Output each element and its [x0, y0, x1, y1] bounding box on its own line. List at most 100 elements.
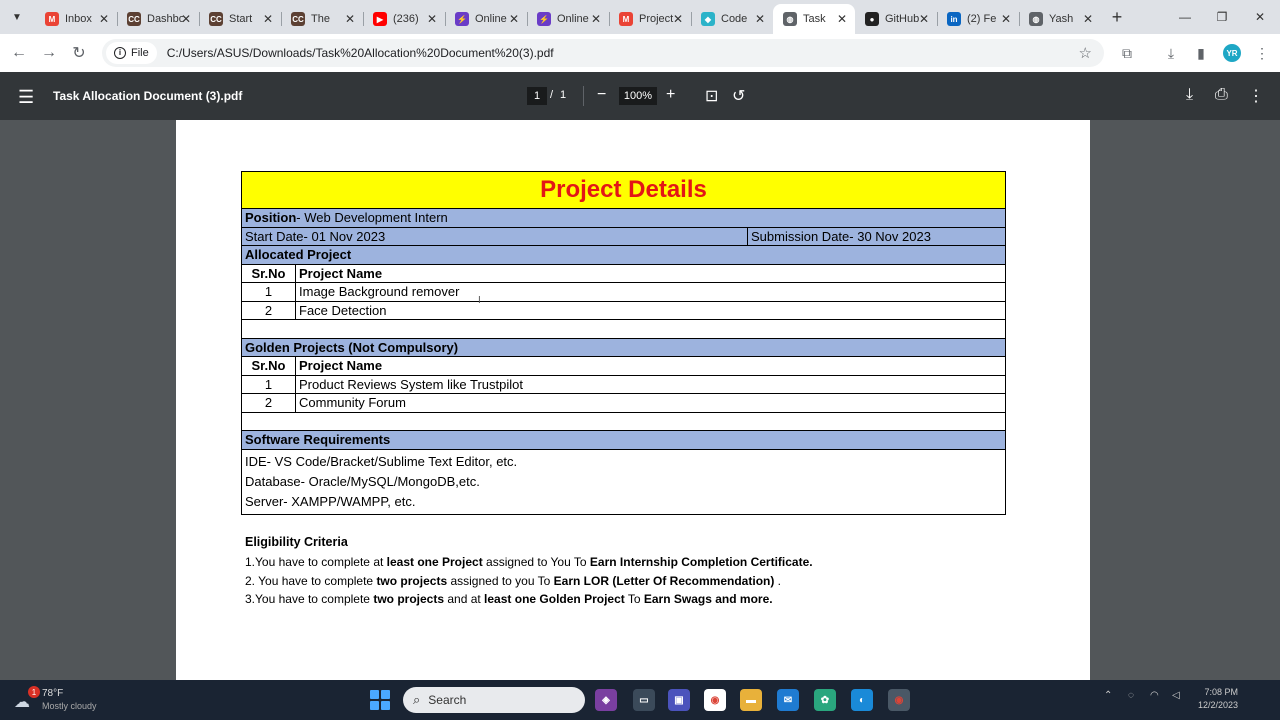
tab[interactable]: M Project ✕	[609, 4, 691, 34]
tab[interactable]: ◍ Task ✕	[773, 4, 855, 34]
tab[interactable]: in (2) Fe ✕	[937, 4, 1019, 34]
mail-icon[interactable]: ✉	[777, 689, 799, 711]
volume-icon[interactable]: ◁	[1172, 690, 1180, 701]
forward-button[interactable]: →	[34, 44, 64, 62]
page-number-input[interactable]: 1	[527, 87, 547, 105]
tab[interactable]: CC The ✕	[281, 4, 363, 34]
clock-date: 12/2/2023	[1197, 700, 1238, 710]
close-tab-icon[interactable]: ✕	[591, 12, 601, 26]
task-view-icon[interactable]: ▭	[633, 689, 655, 711]
app-icon[interactable]: ◈	[595, 689, 617, 711]
eligibility-text: 1.You have to complete at	[245, 554, 387, 569]
close-tab-icon[interactable]: ✕	[673, 12, 683, 26]
close-tab-icon[interactable]: ✕	[755, 12, 765, 26]
tab[interactable]: ◆ Code ✕	[691, 4, 773, 34]
pdf-toolbar: ☰ Task Allocation Document (3).pdf 1 / 1…	[0, 72, 1280, 120]
new-tab-button[interactable]: +	[1107, 7, 1127, 28]
zoom-input[interactable]: 100%	[619, 87, 657, 105]
close-tab-icon[interactable]: ✕	[181, 12, 191, 26]
close-tab-icon[interactable]: ✕	[345, 12, 355, 26]
tray-chevron-icon[interactable]: ⌃	[1104, 690, 1112, 701]
text-cursor-icon: I	[478, 295, 481, 306]
tray-app-icon[interactable]: ◌	[1128, 690, 1134, 701]
position-label: Position	[245, 210, 297, 226]
zoom-out-icon[interactable]: −	[597, 86, 606, 104]
close-tab-icon[interactable]: ✕	[509, 12, 519, 26]
page-total: 1	[560, 89, 567, 101]
close-tab-icon[interactable]: ✕	[837, 12, 847, 26]
chrome-icon[interactable]: ◉	[704, 689, 726, 711]
close-tab-icon[interactable]: ✕	[263, 12, 273, 26]
project-name: Community Forum	[299, 395, 406, 411]
puzzle-icon: ⧉	[1122, 44, 1132, 61]
avatar: YR	[1223, 44, 1241, 62]
file-explorer-icon[interactable]: ▬	[740, 689, 762, 711]
tab[interactable]: ◍ Yash ✕	[1019, 4, 1101, 34]
close-tab-icon[interactable]: ✕	[919, 12, 929, 26]
url-text[interactable]: C:/Users/ASUS/Downloads/Task%20Allocatio…	[167, 46, 554, 60]
windows-logo-icon	[381, 701, 390, 710]
side-panel-icon: ▮	[1197, 44, 1205, 61]
chrome-active-icon[interactable]: ◉	[888, 689, 910, 711]
back-button[interactable]: ←	[4, 44, 34, 62]
tab[interactable]: ⚡ Online ✕	[527, 4, 609, 34]
side-panel-button[interactable]: ▮	[1186, 34, 1216, 72]
search-icon: ⌕	[413, 692, 421, 707]
eligibility-bold: Earn Swags and more.	[643, 592, 773, 607]
tab[interactable]: ● GitHub ✕	[855, 4, 937, 34]
zoom-in-icon[interactable]: +	[666, 86, 675, 104]
tab[interactable]: CC Start ✕	[199, 4, 281, 34]
close-tab-icon[interactable]: ✕	[1001, 12, 1011, 26]
eligibility-text: To	[624, 592, 644, 607]
close-window-button[interactable]: ✕	[1237, 0, 1280, 34]
eligibility-item: 3.You have to complete two projects and …	[245, 590, 813, 609]
eligibility-item: 2. You have to complete two projects ass…	[245, 572, 813, 591]
taskbar-search[interactable]: ⌕ Search	[403, 687, 585, 713]
pdf-title: Task Allocation Document (3).pdf	[53, 89, 243, 103]
edge-icon[interactable]: ◐	[851, 689, 873, 711]
profile-button[interactable]: YR	[1217, 34, 1247, 72]
software-header: Software Requirements	[242, 431, 1005, 450]
pdf-page: Project Details Position - Web Developmen…	[176, 120, 1090, 680]
tab-search-button[interactable]: ▼	[7, 7, 27, 27]
teams-icon[interactable]: ▣	[668, 689, 690, 711]
print-icon[interactable]: ⎙	[1215, 86, 1228, 104]
wifi-icon[interactable]: ◠	[1150, 690, 1159, 701]
address-bar[interactable]: i File C:/Users/ASUS/Downloads/Task%20Al…	[102, 39, 1104, 67]
empty-row	[242, 320, 1005, 339]
kebab-menu-icon: ⋮	[1255, 44, 1269, 61]
eligibility-bold: least one Project	[386, 554, 483, 569]
start-button[interactable]	[370, 690, 390, 710]
codeclause-icon: CC	[291, 12, 305, 26]
clock[interactable]: 7:08 PM 12/2/2023	[1198, 686, 1238, 712]
globe-icon: ◍	[1029, 12, 1043, 26]
reload-button[interactable]: ↻	[64, 43, 94, 63]
tab[interactable]: ⚡ Online ✕	[445, 4, 527, 34]
search-label: Search	[428, 693, 467, 707]
extensions-button[interactable]: ⧉	[1112, 34, 1142, 72]
browser-menu-button[interactable]: ⋮	[1247, 34, 1277, 72]
more-actions-icon[interactable]: ⋮	[1248, 86, 1264, 106]
site-info-chip[interactable]: i File	[106, 42, 157, 64]
weather-widget[interactable]: ☁ 1 78°F Mostly cloudy	[14, 686, 114, 714]
taskbar: ☁ 1 78°F Mostly cloudy ⌕ Search ◈ ▭ ▣ ◉ …	[0, 680, 1280, 720]
tab[interactable]: M Inbox ✕	[35, 4, 117, 34]
tab-title: Inbox	[65, 13, 92, 25]
bolt-icon: ⚡	[455, 12, 469, 26]
tab[interactable]: ▶ (236) ✕	[363, 4, 445, 34]
golden-header: Golden Projects (Not Compulsory)	[242, 338, 1005, 357]
fit-page-icon[interactable]: ⊡	[705, 86, 718, 106]
software-line: IDE- VS Code/Bracket/Sublime Text Editor…	[245, 453, 518, 469]
eligibility-text: assigned to You To	[482, 554, 590, 569]
arrow-left-icon: ←	[11, 44, 27, 61]
rotate-icon[interactable]: ↺	[732, 86, 745, 106]
tab[interactable]: CC Dashboard✕	[117, 4, 199, 34]
chatgpt-icon[interactable]: ✿	[814, 689, 836, 711]
menu-icon[interactable]: ☰	[18, 87, 34, 108]
close-tab-icon[interactable]: ✕	[1083, 12, 1093, 26]
download-pdf-icon[interactable]: ⤓	[1186, 86, 1193, 104]
downloads-button[interactable]: ⤓	[1156, 34, 1186, 72]
bookmark-star-icon[interactable]: ☆	[1079, 44, 1092, 62]
close-tab-icon[interactable]: ✕	[427, 12, 437, 26]
close-tab-icon[interactable]: ✕	[99, 12, 109, 26]
